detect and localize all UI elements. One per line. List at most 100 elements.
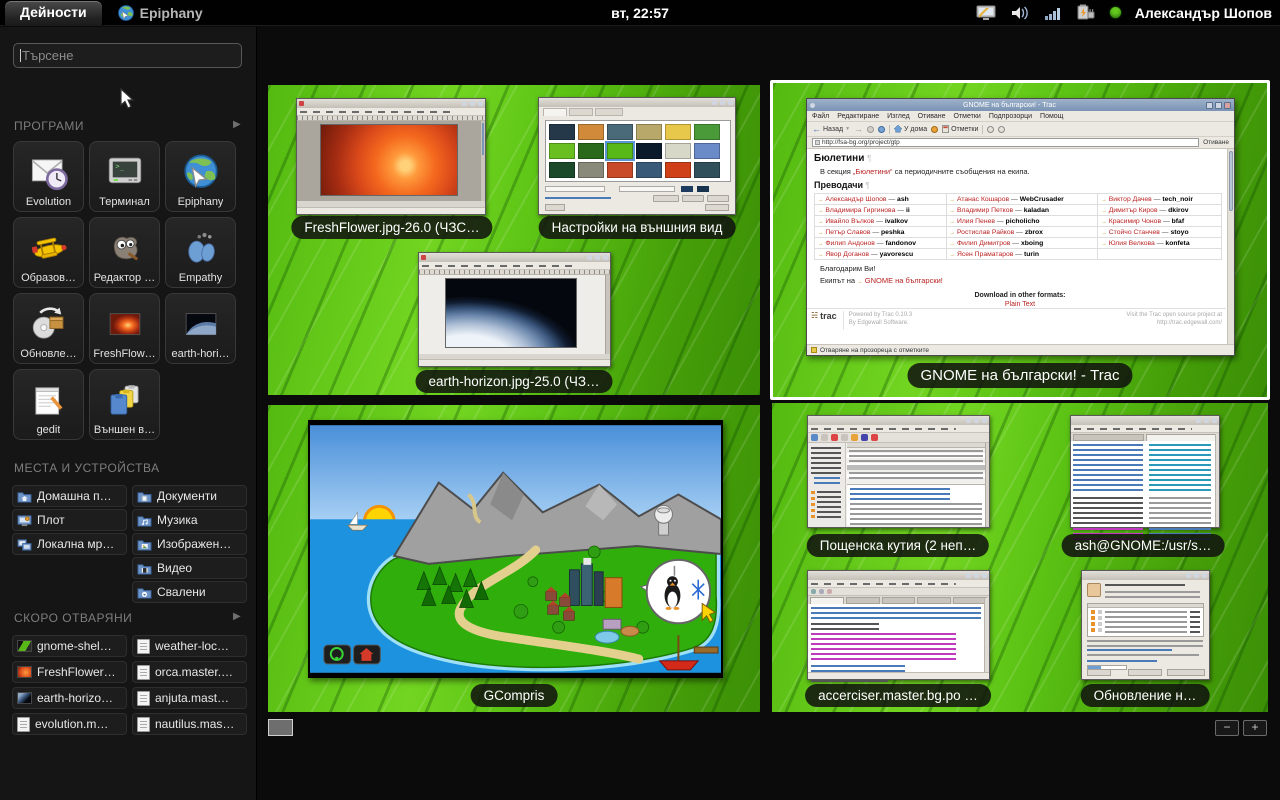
recent-item[interactable]: earth-horizo… bbox=[12, 687, 127, 709]
scrollbar[interactable] bbox=[480, 121, 485, 201]
menu-edit[interactable]: Редактиране bbox=[837, 113, 879, 120]
translator-link[interactable]: Красимир Чонов bbox=[1109, 218, 1161, 225]
trac-logo[interactable]: ☵trac bbox=[811, 311, 844, 330]
check-button[interactable] bbox=[1128, 669, 1162, 676]
app-tile-epiphany[interactable]: Epiphany bbox=[165, 141, 236, 212]
recent-item[interactable]: weather-loc… bbox=[132, 635, 247, 657]
team-link[interactable]: GNOME на български! bbox=[865, 276, 943, 285]
app-tile-gedit[interactable]: gedit bbox=[13, 369, 84, 440]
go-button[interactable]: Отиване bbox=[1203, 139, 1229, 146]
reload-icon[interactable] bbox=[878, 126, 885, 133]
translator-link[interactable]: Ростислав Райков bbox=[957, 229, 1014, 236]
battery-icon[interactable] bbox=[1076, 4, 1096, 21]
translator-link[interactable]: Филип Андонов bbox=[825, 240, 874, 247]
translator-link[interactable]: Илия Пенев bbox=[957, 218, 995, 225]
workspace-3[interactable]: GCompris bbox=[268, 405, 760, 712]
scrollbar[interactable] bbox=[984, 598, 989, 673]
edgewall-link[interactable]: http://trac.edgewall.com/ bbox=[1126, 319, 1222, 327]
color-swatch-1[interactable] bbox=[681, 186, 693, 192]
translator-link[interactable]: Явор Доганов bbox=[825, 251, 869, 258]
link-preview-1[interactable] bbox=[1087, 649, 1172, 652]
translator-link[interactable]: Владимира Гиргинова bbox=[825, 207, 895, 214]
scrollbar[interactable] bbox=[985, 443, 989, 527]
bookmarks-button[interactable]: Отметки bbox=[942, 125, 978, 133]
place-music[interactable]: Музика bbox=[132, 509, 247, 531]
style-dropdown[interactable] bbox=[545, 186, 605, 192]
place-home[interactable]: Домашна п… bbox=[12, 485, 127, 507]
app-well[interactable]: Epiphany bbox=[117, 4, 203, 22]
translator-link[interactable]: Ивайло Вълков bbox=[825, 218, 874, 225]
minimize-button[interactable] bbox=[1206, 102, 1213, 109]
translator-link[interactable]: Стойчо Станчев bbox=[1109, 229, 1160, 236]
app-tile-appearance[interactable]: Външен в… bbox=[89, 369, 160, 440]
workspace-1[interactable]: FreshFlower.jpg-26.0 (ЧЗС… bbox=[268, 85, 760, 395]
window-gimp-freshflower[interactable] bbox=[296, 98, 486, 215]
translator-link[interactable]: Александър Шопов bbox=[825, 196, 886, 203]
menu-go[interactable]: Отиване bbox=[918, 113, 946, 120]
wallpaper-thumbnail-grid[interactable] bbox=[545, 120, 731, 182]
workspace-indicator[interactable] bbox=[268, 719, 293, 736]
recent-item[interactable]: evolution.m… bbox=[12, 713, 127, 735]
app-tile-terminal[interactable]: >_ Терминал bbox=[89, 141, 160, 212]
recent-expand-icon[interactable]: ▶ bbox=[233, 611, 241, 622]
window-epiphany-trac[interactable]: GNOME на български! - Trac Файл Редактир… bbox=[806, 98, 1235, 356]
zoom-out-icon[interactable] bbox=[998, 126, 1005, 133]
help-button[interactable] bbox=[1087, 669, 1111, 676]
add-workspace-button[interactable]: + bbox=[1243, 720, 1267, 736]
maximize-button[interactable] bbox=[1215, 102, 1222, 109]
menu-tabs[interactable]: Подпрозорци bbox=[989, 113, 1032, 120]
recent-item[interactable]: FreshFlower… bbox=[12, 661, 127, 683]
workspace-4[interactable]: Пощенска кутия (2 неп… ash@GNOME:/usr/s… bbox=[772, 403, 1268, 712]
app-tile-gimp[interactable]: Редактор … bbox=[89, 217, 160, 288]
scrollbar[interactable] bbox=[1215, 434, 1219, 527]
back-button[interactable]: ←Назад▼ bbox=[812, 124, 850, 134]
recent-item[interactable]: orca.master.… bbox=[132, 661, 247, 683]
volume-icon[interactable] bbox=[1010, 5, 1030, 21]
window-update-manager[interactable] bbox=[1081, 570, 1210, 680]
colors-dropdown[interactable] bbox=[619, 186, 675, 192]
presence-available-icon[interactable] bbox=[1110, 7, 1121, 18]
install-button[interactable] bbox=[1167, 669, 1205, 676]
translator-link[interactable]: Атанас Кошаров bbox=[957, 196, 1009, 203]
app-tile-empathy[interactable]: Empathy bbox=[165, 217, 236, 288]
translator-link[interactable]: Виктор Дачев bbox=[1109, 196, 1152, 203]
programs-expand-icon[interactable]: ▶ bbox=[233, 119, 241, 130]
user-menu[interactable]: Александър Шопов bbox=[1135, 5, 1272, 21]
window-gcompris[interactable] bbox=[308, 420, 723, 678]
place-local-network[interactable]: Локална мр… bbox=[12, 533, 127, 555]
home-button[interactable]: У дома bbox=[894, 125, 927, 133]
color-swatch-2[interactable] bbox=[697, 186, 709, 192]
get-more-link-preview[interactable] bbox=[545, 197, 611, 200]
scrollbar[interactable] bbox=[605, 275, 610, 354]
window-gedit[interactable] bbox=[807, 570, 990, 680]
workspace-2-active[interactable]: GNOME на български! - Trac Файл Редактир… bbox=[770, 80, 1270, 400]
menu-bookmarks[interactable]: Отметки bbox=[954, 113, 981, 120]
place-documents[interactable]: Документи bbox=[132, 485, 247, 507]
menu-view[interactable]: Изглед bbox=[887, 113, 910, 120]
app-tile-evolution[interactable]: Evolution bbox=[13, 141, 84, 212]
app-tile-freshflower[interactable]: FreshFlow… bbox=[89, 293, 160, 364]
place-pictures[interactable]: Изображен… bbox=[132, 533, 247, 555]
clock[interactable]: вт, 22:57 bbox=[611, 5, 669, 21]
translator-link[interactable]: Владимир Петков bbox=[957, 207, 1013, 214]
translator-link[interactable]: Филип Димитров bbox=[957, 240, 1010, 247]
translator-link[interactable]: Петър Славов bbox=[825, 229, 870, 236]
place-downloads[interactable]: Свалени bbox=[132, 581, 247, 603]
search-input[interactable]: Търсене bbox=[13, 43, 242, 68]
window-terminal[interactable] bbox=[1070, 415, 1220, 528]
link-preview-2[interactable] bbox=[1087, 660, 1157, 663]
window-gimp-earth[interactable] bbox=[418, 252, 611, 367]
url-input[interactable]: http://fsa-bg.org/project/gtp bbox=[812, 138, 1199, 147]
page-scrollbar[interactable] bbox=[1227, 149, 1234, 344]
window-appearance[interactable] bbox=[538, 97, 736, 215]
translator-link[interactable]: Юлия Велкова bbox=[1109, 240, 1155, 247]
display-icon[interactable] bbox=[976, 5, 996, 21]
zoom-in-icon[interactable] bbox=[987, 126, 994, 133]
place-videos[interactable]: Видео bbox=[132, 557, 247, 579]
network-signal-icon[interactable] bbox=[1044, 5, 1062, 21]
help-button[interactable] bbox=[545, 204, 565, 211]
window-evolution[interactable] bbox=[807, 415, 990, 528]
place-desktop[interactable]: Плот bbox=[12, 509, 127, 531]
remove-workspace-button[interactable]: − bbox=[1215, 720, 1239, 736]
app-tile-updates[interactable]: Обновле… bbox=[13, 293, 84, 364]
